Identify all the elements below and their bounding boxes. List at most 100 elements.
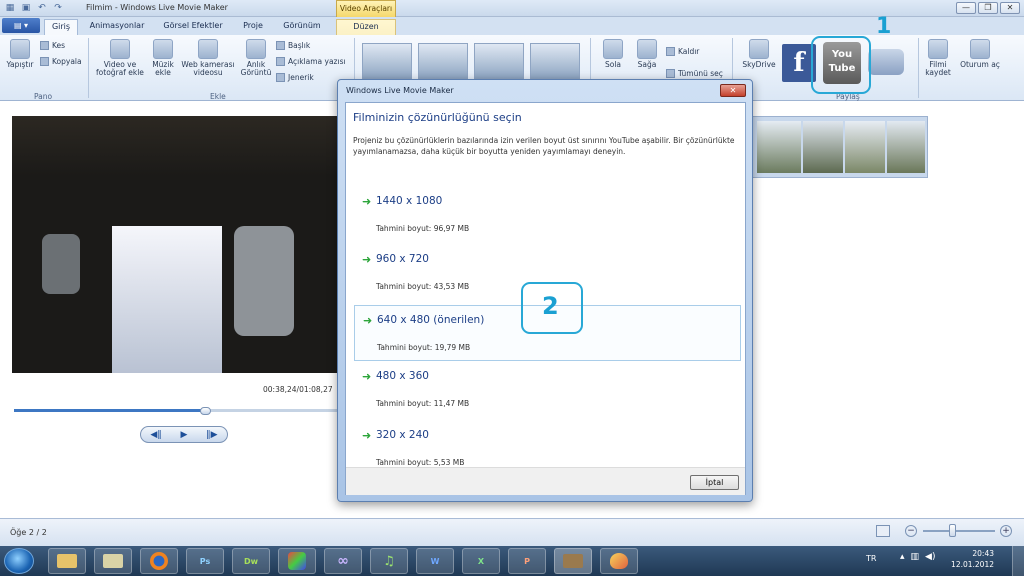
arrow-up-icon[interactable]: ▴ — [900, 552, 905, 562]
theme-thumbnail[interactable] — [474, 43, 524, 79]
taskbar-dreamweaver[interactable]: Dw — [232, 548, 270, 574]
taskbar-explorer[interactable] — [48, 548, 86, 574]
music-icon: ♫ — [383, 553, 395, 569]
taskbar-excel[interactable]: X — [462, 548, 500, 574]
minimize-button[interactable]: — — [956, 2, 976, 14]
ribbon-tabs: ▤ ▾ Giriş Animasyonlar Görsel Efektler P… — [0, 17, 1024, 35]
tab-animations[interactable]: Animasyonlar — [84, 19, 150, 35]
quick-access-toolbar: ▦ ▣ ↶ ↷ — [4, 2, 64, 14]
folder-icon — [57, 554, 77, 568]
taskbar-folder[interactable] — [94, 548, 132, 574]
zoom-out-icon[interactable]: − — [905, 525, 917, 537]
taskbar-photoshop[interactable]: Ps — [186, 548, 224, 574]
seek-progress — [14, 409, 206, 412]
film-add-icon — [110, 39, 130, 59]
status-bar: Öğe 2 / 2 — [0, 518, 1024, 546]
title-button[interactable]: Başlık — [276, 41, 310, 50]
theme-thumbnail[interactable] — [362, 43, 412, 79]
add-video-photo-button[interactable]: Video ve fotoğraf ekle — [92, 39, 148, 77]
rotate-left-button[interactable]: Sola — [598, 39, 628, 69]
tab-view[interactable]: Görünüm — [278, 19, 326, 35]
close-button[interactable]: ✕ — [1000, 2, 1020, 14]
thumbnail-size-icon[interactable] — [876, 525, 890, 537]
signin-button[interactable]: Oturum aç — [960, 39, 1000, 69]
undo-icon[interactable]: ↶ — [36, 2, 48, 14]
tab-home[interactable]: Giriş — [44, 19, 78, 35]
rotate-right-icon — [637, 39, 657, 59]
title-icon — [276, 41, 285, 50]
copy-icon — [40, 57, 49, 66]
green-arrow-icon: ➜ — [363, 314, 373, 327]
volume-icon[interactable]: ◀) — [925, 552, 935, 562]
credits-button[interactable]: Jenerik — [276, 73, 314, 82]
taskbar-word[interactable]: W — [416, 548, 454, 574]
add-music-button[interactable]: Müzik ekle — [148, 39, 178, 77]
zoom-slider[interactable]: − + — [905, 524, 1013, 538]
show-desktop-button[interactable] — [1012, 546, 1024, 576]
resolution-option[interactable]: ➜ 1440 x 1080 Tahmini boyut: 96,97 MB — [354, 187, 741, 243]
title-bar: ▦ ▣ ↶ ↷ Filmim - Windows Live Movie Make… — [0, 0, 1024, 17]
rotate-left-icon — [603, 39, 623, 59]
taskbar-palette-app[interactable] — [278, 548, 316, 574]
group-sharing-icon[interactable] — [868, 49, 904, 75]
video-tools-header: Video Araçları — [336, 0, 396, 17]
redo-icon[interactable]: ↷ — [52, 2, 64, 14]
storyboard-clip[interactable] — [752, 116, 928, 178]
taskbar-paint[interactable] — [600, 548, 638, 574]
select-all-button[interactable]: Tümünü seç — [666, 69, 723, 78]
skydrive-button[interactable]: SkyDrive — [740, 39, 778, 69]
paint-icon — [610, 553, 628, 569]
webcam-icon — [198, 39, 218, 59]
start-button[interactable] — [4, 548, 34, 574]
previous-frame-icon[interactable]: ◀‖ — [150, 430, 161, 440]
remove-button[interactable]: Kaldır — [666, 47, 699, 56]
snapshot-button[interactable]: Anlık Görüntü — [238, 39, 274, 77]
taskbar-music-app[interactable]: ♫ — [370, 548, 408, 574]
network-icon[interactable]: ▥ — [911, 552, 920, 562]
language-indicator[interactable]: TR — [866, 554, 876, 563]
film-icon — [563, 554, 583, 568]
clock-time: 20:43 — [972, 549, 994, 558]
tab-project[interactable]: Proje — [236, 19, 270, 35]
group-label-add: Ekle — [210, 92, 226, 101]
caption-button[interactable]: Açıklama yazısı — [276, 57, 346, 66]
tab-edit[interactable]: Düzen — [336, 19, 396, 35]
rotate-right-button[interactable]: Sağa — [632, 39, 662, 69]
dialog-title: Windows Live Movie Maker — [346, 86, 454, 95]
cut-button[interactable]: Kes — [40, 41, 65, 50]
zoom-handle[interactable] — [949, 524, 956, 537]
tray-icons[interactable]: ▴ ▥ ◀) — [900, 552, 935, 562]
separator — [918, 38, 919, 98]
paste-button[interactable]: Yapıştır — [4, 39, 36, 69]
seek-bar[interactable] — [14, 409, 338, 412]
taskbar-infinity-app[interactable]: ∞ — [324, 548, 362, 574]
annotation-1: 1 — [876, 14, 892, 39]
cancel-button[interactable]: İptal — [690, 475, 739, 490]
app-menu-button[interactable]: ▤ ▾ — [2, 18, 40, 33]
next-frame-icon[interactable]: ‖▶ — [206, 430, 217, 440]
clock-date: 12.01.2012 — [951, 560, 994, 569]
theme-thumbnail[interactable] — [530, 43, 580, 79]
resolution-option[interactable]: ➜ 480 x 360 Tahmini boyut: 11,47 MB — [354, 362, 741, 418]
credits-icon — [276, 73, 285, 82]
camera-icon — [246, 39, 266, 59]
zoom-in-icon[interactable]: + — [1000, 525, 1012, 537]
play-icon[interactable]: ▶ — [181, 430, 188, 440]
taskbar-firefox[interactable] — [140, 548, 178, 574]
group-label-clipboard: Pano — [34, 92, 53, 101]
save-movie-button[interactable]: Filmi kaydet — [920, 39, 956, 77]
save-icon[interactable]: ▣ — [20, 2, 32, 14]
theme-thumbnail[interactable] — [418, 43, 468, 79]
cloud-icon — [749, 39, 769, 59]
taskbar-movie-maker[interactable] — [554, 548, 592, 574]
tab-visual-effects[interactable]: Görsel Efektler — [158, 19, 228, 35]
webcam-video-button[interactable]: Web kamerası videosu — [178, 39, 238, 77]
restore-button[interactable]: ❐ — [978, 2, 998, 14]
app-icon[interactable]: ▦ — [4, 2, 16, 14]
system-clock[interactable]: 20:43 12.01.2012 — [951, 548, 994, 570]
taskbar-powerpoint[interactable]: P — [508, 548, 546, 574]
copy-button[interactable]: Kopyala — [40, 57, 82, 66]
seek-handle[interactable] — [200, 407, 212, 415]
timecode: 00:38,24/01:08,27 — [263, 385, 333, 394]
dialog-close-button[interactable]: ✕ — [720, 84, 746, 97]
